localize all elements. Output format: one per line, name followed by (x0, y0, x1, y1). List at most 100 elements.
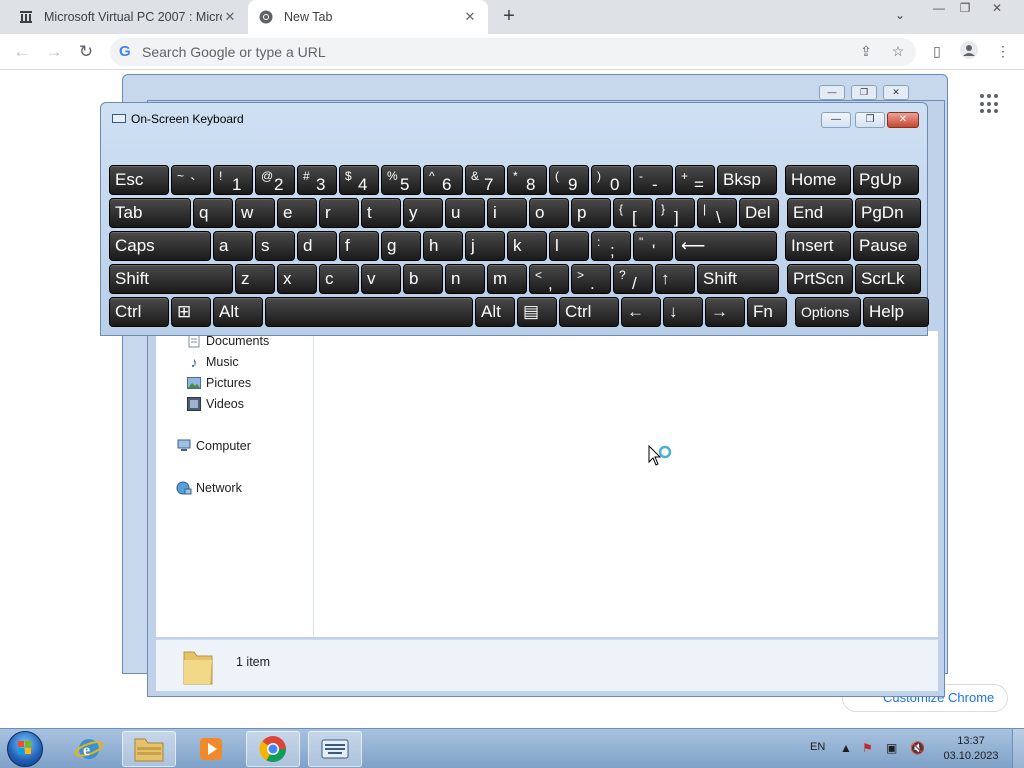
key-Del[interactable]: Del (739, 198, 779, 228)
explorer-button[interactable] (122, 731, 176, 767)
key-Alt[interactable]: Alt (213, 297, 263, 327)
key-b[interactable]: b (403, 264, 443, 294)
tab-virtual-pc[interactable]: Microsoft Virtual PC 2007 : Micro ✕ (8, 0, 248, 34)
key-0[interactable]: ) 0 (591, 165, 631, 195)
key-h[interactable]: h (423, 231, 463, 261)
key-Pause[interactable]: Pause (853, 231, 919, 261)
tab-new-tab[interactable]: New Tab ✕ (248, 0, 488, 34)
reload-icon[interactable]: ↻ (74, 40, 98, 64)
key-a[interactable]: a (213, 231, 253, 261)
key-n[interactable]: n (445, 264, 485, 294)
key-e[interactable]: e (277, 198, 317, 228)
key-x[interactable]: x (277, 264, 317, 294)
key-r[interactable]: r (319, 198, 359, 228)
clock[interactable]: 13:37 03.10.2023 (940, 734, 1002, 764)
omnibox[interactable]: G Search Google or type a URL (110, 38, 916, 66)
key-p[interactable]: p (571, 198, 611, 228)
close-button[interactable]: ✕ (984, 0, 1010, 18)
key-PrtScn[interactable]: PrtScn (787, 264, 853, 294)
key-symbol[interactable]: ↑ (655, 264, 695, 294)
key-5[interactable]: % 5 (381, 165, 421, 195)
key-symbol[interactable]: ⟵ (675, 231, 777, 261)
bookmark-star-icon[interactable]: ☆ (887, 40, 909, 62)
key-Esc[interactable]: Esc (109, 165, 169, 195)
minimize-button[interactable]: — (819, 85, 845, 100)
tab-close-icon[interactable]: ✕ (222, 9, 238, 25)
back-arrow-icon[interactable]: ← (10, 40, 34, 64)
key-Caps[interactable]: Caps (109, 231, 211, 261)
key-4[interactable]: $4 (339, 165, 379, 195)
key-Help[interactable]: Help (863, 297, 929, 327)
key-symbol[interactable]: ↓ (663, 297, 703, 327)
key-PgUp[interactable]: PgUp (853, 165, 919, 195)
key-2[interactable]: @2 (255, 165, 295, 195)
key-g[interactable]: g (381, 231, 421, 261)
restore-button[interactable]: ❐ (952, 0, 978, 18)
show-hidden-icons-icon[interactable]: ▲ (840, 741, 852, 755)
menu-kebab-icon[interactable]: ⋮ (992, 40, 1014, 62)
tab-close-icon[interactable]: ✕ (462, 9, 478, 25)
key-symbol[interactable]: | \ (697, 198, 737, 228)
key-s[interactable]: s (255, 231, 295, 261)
side-panel-icon[interactable]: ▯ (926, 40, 948, 62)
key-w[interactable]: w (235, 198, 275, 228)
close-button[interactable]: ✕ (883, 85, 909, 100)
network-tray-icon[interactable]: ▣ (886, 741, 897, 755)
key-7[interactable]: & 7 (465, 165, 505, 195)
key-l[interactable]: l (549, 231, 589, 261)
key-t[interactable]: t (361, 198, 401, 228)
key-End[interactable]: End (787, 198, 853, 228)
key-Shift[interactable]: Shift (109, 264, 233, 294)
ie-button[interactable]: e (62, 731, 116, 767)
key-space[interactable] (265, 297, 473, 327)
key-symbol[interactable]: >. (571, 264, 611, 294)
share-icon[interactable]: ⇪ (855, 40, 877, 62)
show-desktop-button[interactable] (1012, 729, 1024, 768)
key-y[interactable]: y (403, 198, 443, 228)
minimize-button[interactable]: — (821, 112, 851, 128)
nav-item-computer[interactable]: Computer (176, 438, 251, 454)
key-symbol[interactable]: ⊞ (171, 297, 211, 327)
key-3[interactable]: #3 (297, 165, 337, 195)
key-m[interactable]: m (487, 264, 527, 294)
key-c[interactable]: c (319, 264, 359, 294)
key-9[interactable]: (9 (549, 165, 589, 195)
key-symbol[interactable]: " ' (633, 231, 673, 261)
new-tab-button[interactable]: + (497, 5, 521, 29)
key-Alt[interactable]: Alt (475, 297, 515, 327)
nav-item-network[interactable]: Network (176, 480, 242, 496)
key-symbol[interactable]: ~ ` (171, 165, 211, 195)
key-Ctrl[interactable]: Ctrl (559, 297, 619, 327)
key-symbol[interactable]: :; (591, 231, 631, 261)
restore-button[interactable]: ❐ (855, 112, 885, 128)
key-d[interactable]: d (297, 231, 337, 261)
key-j[interactable]: j (465, 231, 505, 261)
minimize-button[interactable]: — (926, 0, 952, 18)
action-center-icon[interactable]: ⚑ (862, 741, 873, 755)
key-8[interactable]: * 8 (507, 165, 547, 195)
key-Insert[interactable]: Insert (785, 231, 851, 261)
key-PgDn[interactable]: PgDn (855, 198, 921, 228)
key-symbol[interactable]: ? / (613, 264, 653, 294)
key-Bksp[interactable]: Bksp (717, 165, 777, 195)
media-player-button[interactable] (184, 731, 238, 767)
key-symbol[interactable]: }] (655, 198, 695, 228)
key-symbol[interactable]: + = (675, 165, 715, 195)
key-u[interactable]: u (445, 198, 485, 228)
volume-muted-icon[interactable]: 🔇 (910, 741, 925, 755)
key-symbol[interactable]: <, (529, 264, 569, 294)
key-ScrLk[interactable]: ScrLk (855, 264, 921, 294)
key-6[interactable]: ^ 6 (423, 165, 463, 195)
language-indicator[interactable]: EN (810, 741, 825, 753)
key-v[interactable]: v (361, 264, 401, 294)
key-symbol[interactable]: → (705, 297, 745, 327)
osk-button[interactable] (308, 731, 362, 767)
key-o[interactable]: o (529, 198, 569, 228)
nav-item-pictures[interactable]: Pictures (186, 375, 251, 391)
key-Ctrl[interactable]: Ctrl (109, 297, 169, 327)
key-symbol[interactable]: {[ (613, 198, 653, 228)
key-Home[interactable]: Home (785, 165, 851, 195)
google-apps-icon[interactable] (980, 94, 1000, 114)
forward-arrow-icon[interactable]: → (42, 40, 66, 64)
key-symbol[interactable]: -- (633, 165, 673, 195)
